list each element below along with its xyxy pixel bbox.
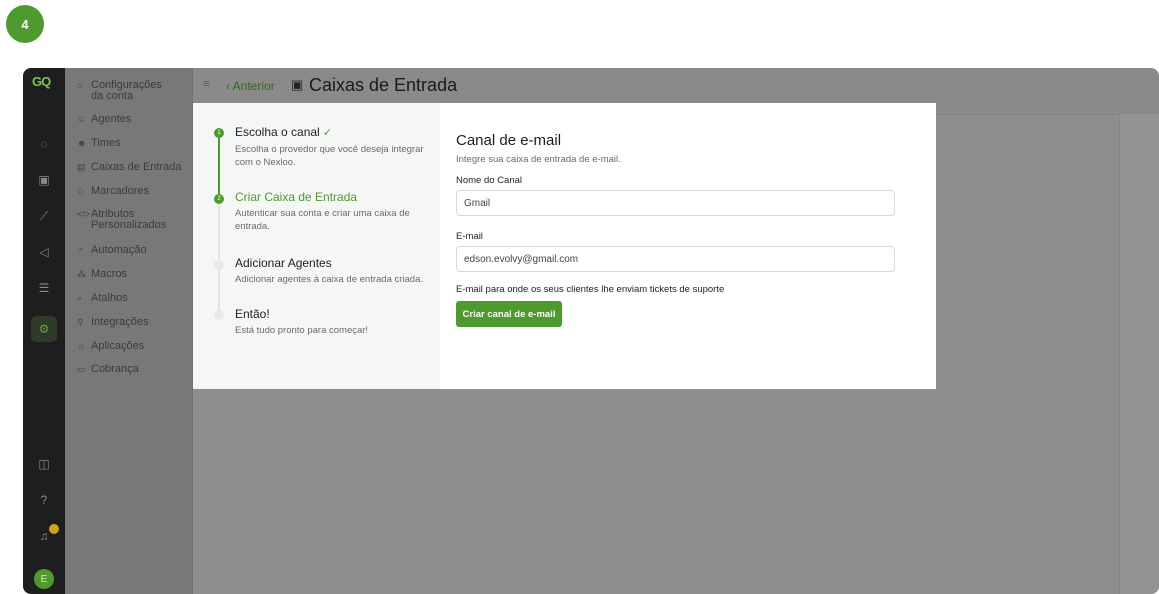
sidebar-item-label: Aplicações [91, 340, 145, 352]
integrations-icon: ⚲ [77, 317, 84, 327]
billing-icon: ▭ [77, 364, 86, 374]
sidebar-item-billing[interactable]: ▭ Cobrança [77, 364, 139, 375]
step-dot-3 [214, 260, 224, 270]
sidebar-item-label: Times [91, 137, 121, 149]
step-title-text: Escolha o canal [235, 125, 320, 139]
back-link[interactable]: ‹ Anterior [226, 79, 275, 93]
applications-icon: ☼ [77, 341, 86, 351]
sidebar-item-inboxes[interactable]: ▤ Caixas de Entrada [77, 162, 182, 173]
page-header: ≡ ‹ Anterior ▣ Caixas de Entrada [193, 68, 1159, 104]
email-channel-form: Canal de e-mail Integre sua caixa de ent… [440, 103, 936, 389]
sidebar-item-teams[interactable]: ☻ Times [77, 138, 121, 149]
wizard-step-desc: Adicionar agentes à caixa de entrada cri… [235, 274, 424, 285]
home-icon: ⌂ [77, 80, 83, 90]
channel-name-input[interactable] [456, 190, 895, 216]
code-icon: </> [77, 209, 91, 219]
wizard-step-desc: Está tudo pronto para começar! [235, 325, 369, 336]
step-dot-1: 1 [214, 128, 224, 138]
sidebar-item-label: Marcadores [91, 185, 150, 197]
panel-icon[interactable]: ◫ [36, 456, 52, 472]
form-subheading: Integre sua caixa de entrada de e-mail. [456, 154, 621, 165]
wizard-step-title: Adicionar Agentes [235, 256, 332, 270]
notification-dot [49, 524, 59, 534]
teams-icon: ☻ [77, 138, 87, 148]
sidebar-item-label: Macros [91, 268, 128, 280]
wizard-step-desc: Escolha o provedor que você deseja integ… [235, 144, 424, 168]
app-logo: GQ [32, 74, 51, 89]
sidebar-item-macros[interactable]: ⁂ Macros [77, 269, 127, 280]
sidebar-item-applications[interactable]: ☼ Aplicações [77, 341, 144, 352]
macros-icon: ⁂ [77, 269, 86, 279]
sidebar-item-automation[interactable]: ♂ Automação [77, 245, 147, 256]
chat-icon[interactable]: ◌ [36, 136, 52, 152]
automation-icon: ♂ [77, 245, 84, 255]
avatar[interactable]: E [34, 569, 54, 589]
sidebar-item-labels[interactable]: ◇ Marcadores [77, 186, 149, 197]
step-dot-4 [214, 310, 224, 320]
wizard-step-4: Então! Está tudo pronto para começar! [235, 307, 435, 337]
create-email-channel-button[interactable]: Criar canal de e-mail [456, 301, 562, 327]
sidebar-item-account-settings[interactable]: ⌂ Configurações da conta [77, 80, 177, 102]
page-title: Caixas de Entrada [309, 75, 458, 95]
inbox-icon[interactable]: ▣ [36, 172, 52, 188]
wizard-step-3: Adicionar Agentes Adicionar agentes à ca… [235, 256, 435, 286]
email-help-text: E-mail para onde os seus clientes lhe en… [456, 284, 725, 295]
sidebar-item-label: Atalhos [91, 292, 128, 304]
sidebar-item-shortcuts[interactable]: ⌕ Atalhos [77, 293, 128, 304]
sidebar-item-label: Automação [91, 244, 147, 256]
progress-line-complete [218, 134, 220, 200]
step-number-badge: 4 [6, 5, 44, 43]
create-inbox-modal: 1 Escolha o canal ✓ Escolha o provedor qu… [193, 103, 936, 389]
contacts-icon[interactable]: ☰ [36, 280, 52, 296]
sidebar-item-custom-attributes[interactable]: </> Atributos Personalizados [77, 209, 171, 231]
inbox-icon: ▤ [77, 162, 86, 172]
settings-icon[interactable]: ⚙ [31, 316, 57, 342]
help-icon[interactable]: ? [36, 492, 52, 508]
channel-name-label: Nome do Canal [456, 175, 523, 186]
menu-icon[interactable]: ≡ [203, 78, 209, 90]
checkmark-icon: ✓ [322, 127, 332, 139]
sidebar-item-label: Cobrança [91, 363, 139, 375]
wizard-step-title: Então! [235, 307, 270, 321]
icon-rail: GQ ◌ ▣ ⟋ ◁ ☰ ⚙ ◫ ? ♫ E [23, 68, 65, 594]
campaign-icon[interactable]: ◁ [36, 244, 52, 260]
settings-sidebar: ⌂ Configurações da conta ☺ Agentes ☻ Tim… [65, 68, 193, 594]
right-panel [1119, 114, 1159, 594]
wizard-step-title: Criar Caixa de Entrada [235, 190, 358, 204]
sidebar-item-label: Configurações da conta [91, 79, 162, 102]
wizard-step-desc: Autenticar sua conta e criar uma caixa d… [235, 208, 410, 232]
shortcuts-icon: ⌕ [77, 293, 83, 303]
inbox-icon: ▣ [291, 77, 304, 92]
progress-line-pending [218, 200, 220, 312]
wizard-steps: 1 Escolha o canal ✓ Escolha o provedor qu… [193, 103, 440, 389]
email-label: E-mail [456, 231, 483, 242]
wizard-step-1: Escolha o canal ✓ Escolha o provedor que … [235, 125, 435, 169]
sidebar-item-label: Integrações [91, 316, 149, 328]
reports-icon[interactable]: ⟋ [36, 208, 52, 224]
sidebar-item-label: Caixas de Entrada [91, 161, 182, 173]
sidebar-item-integrations[interactable]: ⚲ Integrações [77, 317, 148, 328]
step-dot-2: 2 [214, 194, 224, 204]
tag-icon: ◇ [77, 186, 84, 196]
form-heading: Canal de e-mail [456, 132, 562, 149]
sidebar-item-agents[interactable]: ☺ Agentes [77, 114, 131, 125]
wizard-step-title: Escolha o canal ✓ [235, 125, 435, 140]
sidebar-item-label: Atributos Personalizados [91, 208, 167, 231]
email-input[interactable] [456, 246, 895, 272]
back-link-label: Anterior [232, 79, 275, 93]
sidebar-item-label: Agentes [91, 113, 132, 125]
agents-icon: ☺ [77, 114, 87, 124]
wizard-step-2: Criar Caixa de Entrada Autenticar sua co… [235, 190, 435, 233]
